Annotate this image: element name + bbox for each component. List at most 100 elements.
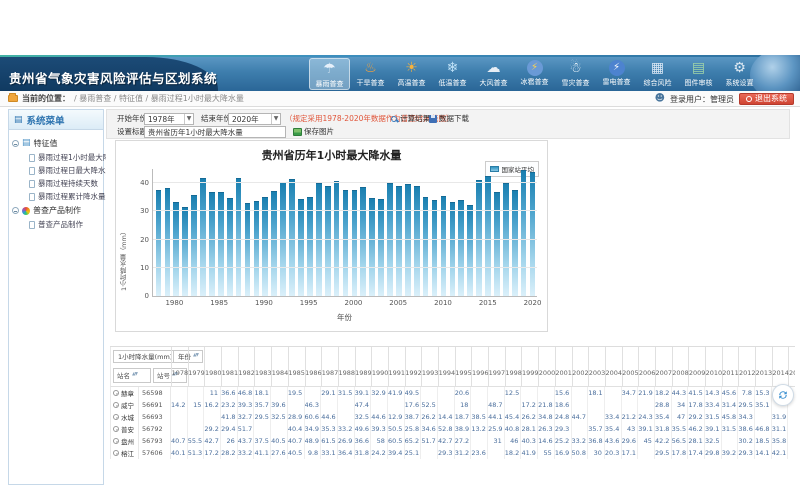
value-cell: 34.8	[538, 411, 555, 423]
sidebar-item[interactable]: 暴雨过程日最大降水量	[12, 164, 100, 177]
snowflake-thermometer-icon: ❄	[447, 59, 459, 77]
sidebar-item[interactable]: 暴雨过程1小时最大降水量	[12, 151, 100, 164]
year-column-header[interactable]: 1984	[272, 347, 289, 386]
year-column-header[interactable]: 1990	[372, 347, 389, 386]
year-column-header[interactable]: 1987	[322, 347, 339, 386]
logout-button[interactable]: 退出系统	[739, 93, 794, 105]
year-column-header[interactable]: 2013	[756, 347, 773, 386]
year-column-header[interactable]: 1985	[289, 347, 306, 386]
value-cell: 32.5	[271, 411, 288, 423]
year-column-header[interactable]: 1997	[489, 347, 506, 386]
sidebar-item[interactable]: 暴雨过程持续天数	[12, 177, 100, 190]
value-cell: 35.4	[655, 411, 672, 423]
radio-icon[interactable]	[113, 402, 119, 408]
year-column-header[interactable]: 1980	[205, 347, 222, 386]
year-column-header[interactable]: 2001	[556, 347, 573, 386]
sidebar-group[interactable]: 普查产品制作	[12, 203, 100, 218]
value-cell: 32.9	[371, 387, 388, 399]
radio-icon[interactable]	[113, 414, 119, 420]
expander-icon[interactable]	[12, 207, 19, 214]
year-column-header[interactable]: 2010	[706, 347, 723, 386]
y-tick-label: 20	[127, 236, 149, 244]
year-column-header[interactable]: 2006	[639, 347, 656, 386]
power-icon	[746, 96, 752, 102]
year-column-header[interactable]: 1991	[389, 347, 406, 386]
sidebar-group[interactable]: ▤特征值	[12, 136, 100, 151]
year-column-header[interactable]: 2000	[539, 347, 556, 386]
value-cell: 36.6	[221, 387, 238, 399]
value-cell: 24.3	[638, 411, 655, 423]
refresh-float-button[interactable]	[772, 384, 794, 406]
sidebar-item[interactable]: 普查产品制作	[12, 218, 100, 231]
nav-item-snow-cloud[interactable]: ☃雪灾普查	[555, 58, 596, 90]
year-column-header[interactable]: 1999	[522, 347, 539, 386]
station-name-header[interactable]: 站名 ▲▼	[113, 368, 151, 383]
year-column-header[interactable]: 2005	[623, 347, 640, 386]
chart-title: 贵州省历年1小时最大降水量	[116, 147, 547, 163]
bar-slot	[323, 169, 332, 296]
value-filter-button[interactable]: 1小时降水量(mm)	[113, 350, 177, 363]
year-column-header[interactable]: 2007	[656, 347, 673, 386]
year-column-header[interactable]: 1989	[356, 347, 373, 386]
year-column-header[interactable]: 1982	[239, 347, 256, 386]
sidebar-item[interactable]: 暴雨过程累计降水量	[12, 190, 100, 203]
nav-item-rain-cloud[interactable]: ☂暴雨普查	[309, 58, 350, 90]
nav-item-wind-cloud[interactable]: ☁大风普查	[473, 58, 514, 90]
end-year-select[interactable]: 2020年 ▼	[228, 113, 281, 125]
gridline	[153, 239, 537, 240]
year-column-header[interactable]: 1981	[222, 347, 239, 386]
radio-icon[interactable]	[113, 438, 119, 444]
year-column-header[interactable]: 1995	[456, 347, 473, 386]
nav-item-settings-wrench[interactable]: ⚙系统设置	[719, 58, 760, 90]
year-column-header[interactable]: 1992	[406, 347, 423, 386]
nav-item-hail[interactable]: ⚡冰雹普查	[514, 58, 555, 90]
nav-item-map-review[interactable]: ▤图件审核	[678, 58, 719, 90]
bar-slot	[501, 169, 510, 296]
nav-item-heat-waves[interactable]: ♨干旱普查	[350, 58, 391, 90]
nav-item-sun-thermometer[interactable]: ☀高温普查	[391, 58, 432, 90]
year-column-header[interactable]: 1988	[339, 347, 356, 386]
save-disk-icon	[429, 115, 437, 123]
year-column-header[interactable]: 2012	[739, 347, 756, 386]
value-cell: 26.9	[338, 435, 355, 447]
value-cell: 55	[538, 447, 555, 459]
sort-arrows-icon[interactable]: ▲▼	[132, 373, 137, 378]
chart-title-input[interactable]	[144, 126, 286, 138]
year-column-header[interactable]: 2015	[789, 347, 795, 386]
year-column-header[interactable]: 1978	[172, 347, 189, 386]
year-column-header[interactable]: 2004	[606, 347, 623, 386]
year-column-header[interactable]: 2002	[573, 347, 590, 386]
radio-icon[interactable]	[113, 390, 119, 396]
year-column-header[interactable]: 1998	[506, 347, 523, 386]
year-column-header[interactable]: 1986	[306, 347, 323, 386]
year-column-header[interactable]: 2003	[589, 347, 606, 386]
year-column-header[interactable]: 2014	[773, 347, 790, 386]
bar-slot	[243, 169, 252, 296]
calc-result-button[interactable]: 计算结果	[391, 113, 430, 125]
start-year-select[interactable]: 1978年 ▼	[144, 113, 194, 125]
value-cell: 39.4	[388, 447, 405, 459]
save-image-button[interactable]: 保存图片	[293, 126, 334, 138]
expander-icon[interactable]	[12, 140, 19, 147]
year-column-header[interactable]: 2008	[673, 347, 690, 386]
radio-icon[interactable]	[113, 450, 119, 456]
year-column-header[interactable]: 1994	[439, 347, 456, 386]
radio-icon[interactable]	[113, 426, 119, 432]
year-column-header[interactable]: 2011	[723, 347, 740, 386]
y-tick-label: 0	[127, 292, 149, 300]
nav-item-lightning[interactable]: ⚡雷电普查	[596, 58, 637, 90]
breadcrumb-items[interactable]: / 暴雨普查 / 特征值 / 暴雨过程1小时最大降水量	[74, 93, 244, 104]
bar-slot	[386, 169, 395, 296]
value-cell	[188, 387, 205, 399]
year-column-header[interactable]: 1993	[422, 347, 439, 386]
year-column-header[interactable]: 2009	[689, 347, 706, 386]
value-cell: 36.6	[355, 435, 372, 447]
nav-item-snowflake-thermometer[interactable]: ❄低温普查	[432, 58, 473, 90]
year-column-header[interactable]: 1983	[255, 347, 272, 386]
year-column-header[interactable]: 1996	[472, 347, 489, 386]
nav-item-calculator[interactable]: ▦综合风险	[637, 58, 678, 90]
data-download-button[interactable]: 数据下载	[429, 113, 469, 125]
year-column-header[interactable]: 1979	[189, 347, 206, 386]
value-cell	[421, 447, 438, 459]
bar-slot	[216, 169, 225, 296]
